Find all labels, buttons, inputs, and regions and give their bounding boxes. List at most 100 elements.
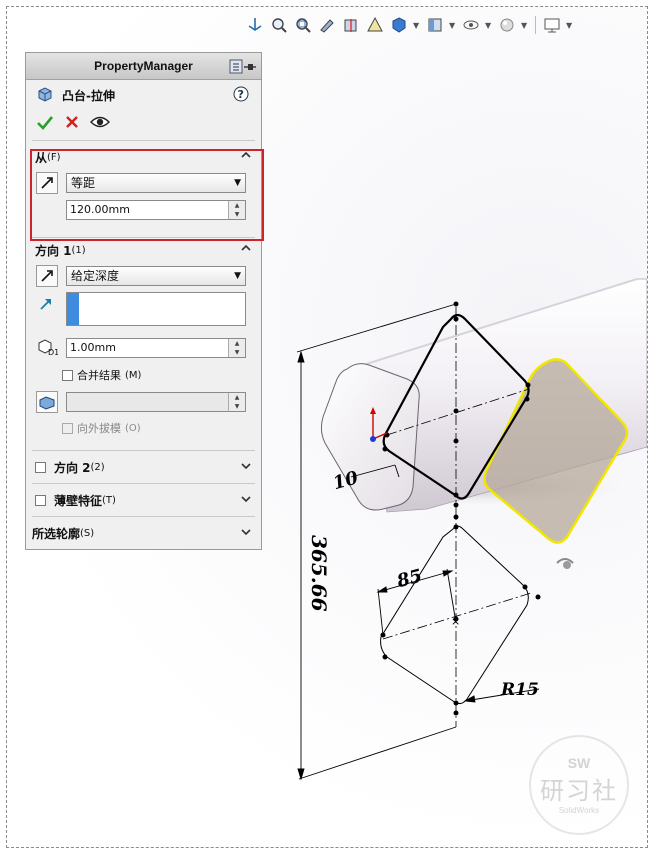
expand-chevron-icon[interactable] (240, 526, 252, 541)
dimension-radius-value[interactable]: R15 (500, 680, 539, 700)
draft-angle-input: ▲ ▼ (66, 392, 246, 412)
property-manager-titlebar: PropertyManager (26, 53, 261, 80)
draft-outward-hotkey: (O) (125, 422, 141, 434)
watermark-logo: SW 研习社 SolidWorks (529, 735, 629, 835)
collapse-chevron-icon[interactable] (240, 149, 252, 164)
merge-result-hotkey: (M) (125, 369, 142, 381)
rotate-cursor-icon (556, 558, 574, 569)
direction1-group: 方向 1 (1) 给定深度 ▼ D 1.00mm ▲ ▼ 合并结果 (M) ▲ … (32, 237, 255, 450)
collapse-chevron-icon[interactable] (240, 242, 252, 257)
offset-row: 120.00mm ▲ ▼ (26, 197, 261, 225)
draft-on-off-icon[interactable] (36, 391, 58, 413)
dropdown-arrow-icon: ▼ (234, 271, 241, 281)
heads-up-view-toolbar: ▼ ▼ ▼ ▼ ▼ (245, 13, 574, 37)
reverse-direction-icon[interactable] (36, 172, 58, 194)
spin-arrows-icon[interactable]: ▲ ▼ (228, 339, 245, 357)
direction1-label: 方向 1 (35, 243, 72, 258)
draft-outward-row: 向外拔模 (O) (32, 416, 255, 440)
draft-outward-checkbox: 向外拔模 (O) (62, 420, 141, 436)
section-view-icon[interactable] (341, 15, 361, 35)
display-settings-dropdown-icon[interactable]: ▼ (566, 21, 574, 30)
feature-name: 凸台-拉伸 (62, 88, 115, 103)
direction2-checkbox[interactable] (35, 461, 46, 473)
draft-outward-box (62, 422, 73, 434)
svg-text:D1: D1 (48, 348, 58, 357)
merge-result-box[interactable] (62, 369, 73, 381)
direction-selection-box[interactable] (66, 292, 246, 326)
view-orientation-icon[interactable] (245, 15, 265, 35)
direction-arrow-icon (38, 296, 54, 315)
edit-appearance-icon[interactable] (461, 15, 481, 35)
action-buttons (26, 110, 261, 136)
selected-contours-group[interactable]: 所选轮廓 (S) (32, 516, 255, 549)
toolbar-separator (535, 16, 536, 34)
direction-vector-row (32, 290, 255, 334)
display-settings-icon[interactable] (542, 15, 562, 35)
depth-input[interactable]: 1.00mm ▲ ▼ (66, 338, 246, 358)
graphics-area[interactable]: × 365.66 85 R15 10 ▼ ▼ ▼ ▼ ▼ PropertyMan… (6, 6, 648, 848)
draft-outward-label: 向外拔模 (77, 422, 121, 435)
feature-header: 凸台-拉伸 ? (26, 80, 261, 110)
selected-contours-hotkey: (S) (80, 527, 95, 539)
previous-view-icon[interactable] (317, 15, 337, 35)
help-icon[interactable]: ? (233, 86, 249, 105)
property-manager-panel: PropertyManager 凸台-拉伸 ? 从 (F) 等距 ▼ 120.0… (25, 52, 264, 550)
start-condition-value: 等距 (71, 176, 96, 190)
thin-feature-checkbox[interactable] (35, 494, 46, 506)
depth-dimension-icon: D1 (36, 337, 59, 360)
divider (32, 140, 255, 141)
spin-arrows-icon: ▲ ▼ (228, 393, 245, 411)
thin-feature-label: 薄壁特征 (54, 493, 103, 508)
scene-dropdown-icon[interactable]: ▼ (521, 21, 529, 30)
watermark-name: 研习社 (540, 777, 618, 805)
watermark-sub: SolidWorks (558, 806, 600, 815)
selection-focus-bar (67, 293, 79, 325)
end-condition-select[interactable]: 给定深度 ▼ (66, 266, 246, 286)
thin-feature-hotkey: (T) (102, 494, 116, 506)
start-condition-row: 等距 ▼ (26, 169, 261, 197)
draft-row: ▲ ▼ (32, 388, 255, 416)
selected-contours-label: 所选轮廓 (32, 526, 81, 541)
reverse-direction-icon[interactable] (36, 265, 58, 287)
hide-show-icon[interactable] (425, 15, 445, 35)
hide-show-dropdown-icon[interactable]: ▼ (449, 21, 457, 30)
expand-chevron-icon[interactable] (240, 493, 252, 508)
cancel-x-icon[interactable] (64, 114, 80, 133)
property-manager-title: PropertyManager (94, 59, 193, 73)
watermark-sw: SW (567, 755, 591, 771)
thin-feature-group[interactable]: 薄壁特征 (T) (32, 483, 255, 516)
edit-appearance-dropdown-icon[interactable]: ▼ (485, 21, 493, 30)
start-condition-select[interactable]: 等距 ▼ (66, 173, 246, 193)
svg-text:?: ? (238, 88, 244, 101)
dimension-width-value[interactable]: 85 (394, 565, 425, 592)
view-style-icon[interactable] (389, 15, 409, 35)
end-condition-value: 给定深度 (71, 269, 120, 283)
offset-distance-value: 120.00mm (70, 203, 130, 216)
direction2-label: 方向 2 (54, 460, 91, 475)
spin-arrows-icon[interactable]: ▲ ▼ (228, 201, 245, 219)
centerpoint-mark: × (451, 615, 460, 628)
merge-result-checkbox[interactable]: 合并结果 (M) (62, 367, 141, 383)
direction2-group[interactable]: 方向 2 (2) (32, 450, 255, 483)
from-group-header[interactable]: 从 (F) (26, 145, 261, 169)
from-hotkey: (F) (47, 151, 61, 163)
merge-result-row: 合并结果 (M) (32, 362, 255, 388)
merge-result-label: 合并结果 (77, 369, 121, 382)
depth-row: D1 1.00mm ▲▼ (32, 334, 255, 362)
dynamic-annotation-icon[interactable] (365, 15, 385, 35)
from-label: 从 (35, 150, 48, 165)
offset-distance-input[interactable]: 120.00mm ▲ ▼ (66, 200, 246, 220)
scene-icon[interactable] (497, 15, 517, 35)
dimension-overall-value[interactable]: 365.66 (307, 535, 331, 612)
direction1-hotkey: (1) (71, 244, 86, 256)
zoom-area-icon[interactable] (293, 15, 313, 35)
preview-eye-icon[interactable] (90, 114, 110, 133)
from-group: 从 (F) 等距 ▼ 120.00mm ▲ ▼ (26, 145, 261, 237)
boss-extrude-icon (36, 85, 54, 106)
view-style-dropdown-icon[interactable]: ▼ (413, 21, 421, 30)
direction1-group-header[interactable]: 方向 1 (1) (32, 238, 255, 262)
ok-check-icon[interactable] (36, 113, 54, 134)
zoom-to-fit-icon[interactable] (269, 15, 289, 35)
dropdown-arrow-icon: ▼ (234, 178, 241, 188)
expand-chevron-icon[interactable] (240, 460, 252, 475)
